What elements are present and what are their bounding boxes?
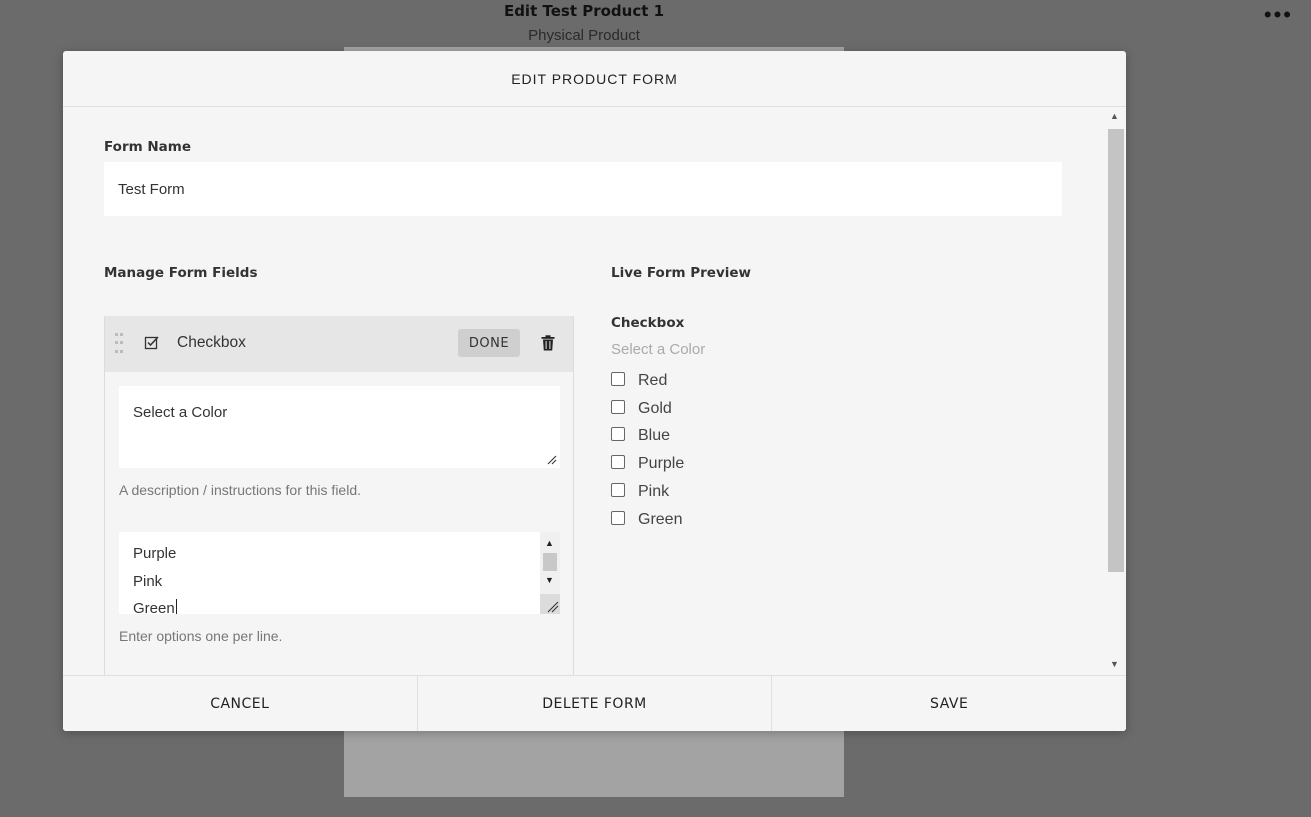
resize-grip-icon[interactable] bbox=[547, 455, 557, 465]
preview-option-green[interactable]: Green bbox=[611, 506, 684, 534]
option-label: Purple bbox=[638, 455, 685, 473]
preview-option-blue[interactable]: Blue bbox=[611, 423, 684, 451]
modal-body: Form Name Test Form Manage Form Fields L… bbox=[63, 107, 1126, 675]
preview-field-label: Checkbox bbox=[611, 315, 685, 331]
checkbox-icon bbox=[144, 336, 159, 350]
modal-title: EDIT PRODUCT FORM bbox=[63, 51, 1126, 107]
preview-field-description: Select a Color bbox=[611, 341, 706, 358]
done-button[interactable]: DONE bbox=[458, 329, 520, 357]
edit-product-form-modal: EDIT PRODUCT FORM Form Name Test Form Ma… bbox=[63, 51, 1126, 731]
preview-option-gold[interactable]: Gold bbox=[611, 395, 684, 423]
options-list: Purple Pink Green bbox=[133, 540, 177, 614]
live-form-preview-label: Live Form Preview bbox=[611, 265, 752, 281]
modal-scrollbar[interactable]: ▲ ▼ bbox=[1106, 109, 1124, 669]
scroll-down-icon[interactable]: ▼ bbox=[545, 575, 554, 585]
scroll-up-icon[interactable]: ▲ bbox=[1110, 111, 1119, 121]
resize-grip-icon[interactable] bbox=[540, 594, 560, 614]
form-name-value: Test Form bbox=[118, 180, 185, 198]
form-name-input[interactable]: Test Form bbox=[104, 162, 1062, 216]
checkbox[interactable] bbox=[611, 483, 625, 498]
more-horizontal-icon[interactable]: ••• bbox=[1264, 4, 1293, 26]
option-line: Green bbox=[133, 599, 177, 614]
field-header[interactable]: Checkbox DONE bbox=[105, 316, 573, 372]
option-label: Blue bbox=[638, 427, 671, 445]
background-panel bbox=[344, 731, 844, 797]
form-name-label: Form Name bbox=[104, 139, 192, 155]
option-label: Green bbox=[638, 510, 683, 528]
field-description-input[interactable]: Select a Color bbox=[119, 386, 560, 468]
option-line: Pink bbox=[133, 572, 163, 590]
checkbox[interactable] bbox=[611, 455, 625, 470]
save-button[interactable]: SAVE bbox=[772, 676, 1126, 731]
preview-option-red[interactable]: Red bbox=[611, 367, 684, 395]
options-hint: Enter options one per line. bbox=[119, 628, 283, 644]
option-label: Red bbox=[638, 371, 668, 389]
drag-handle-icon[interactable] bbox=[115, 333, 123, 355]
preview-option-purple[interactable]: Purple bbox=[611, 450, 684, 478]
text-caret bbox=[175, 599, 177, 614]
preview-option-pink[interactable]: Pink bbox=[611, 478, 684, 506]
scroll-thumb[interactable] bbox=[543, 553, 557, 571]
scroll-down-icon[interactable]: ▼ bbox=[1110, 659, 1119, 669]
field-description-value: Select a Color bbox=[133, 404, 228, 421]
option-line: Purple bbox=[133, 545, 177, 562]
field-type-label: Checkbox bbox=[177, 334, 246, 351]
option-label: Pink bbox=[638, 483, 670, 501]
scroll-thumb[interactable] bbox=[1108, 129, 1124, 572]
description-hint: A description / instructions for this fi… bbox=[119, 482, 361, 498]
option-label: Gold bbox=[638, 399, 672, 417]
checkbox[interactable] bbox=[611, 427, 625, 442]
product-type: Physical Product bbox=[528, 27, 640, 44]
checkbox[interactable] bbox=[611, 371, 625, 386]
delete-form-button[interactable]: DELETE FORM bbox=[418, 676, 773, 731]
scroll-up-icon[interactable]: ▲ bbox=[545, 538, 554, 548]
manage-form-fields-label: Manage Form Fields bbox=[104, 265, 258, 281]
preview-checkbox-group: Red Gold Blue Purple Pink Green bbox=[611, 367, 684, 534]
field-editor: Checkbox DONE Select a Color A descripti… bbox=[104, 316, 574, 675]
product-title: Edit Test Product 1 bbox=[503, 2, 665, 20]
modal-footer: CANCEL DELETE FORM SAVE bbox=[63, 675, 1126, 731]
options-scrollbar[interactable]: ▲ ▼ bbox=[540, 532, 560, 614]
checkbox[interactable] bbox=[611, 510, 625, 525]
trash-icon[interactable] bbox=[541, 335, 555, 351]
field-options-input[interactable]: Purple Pink Green ▲ ▼ bbox=[119, 532, 560, 614]
checkbox[interactable] bbox=[611, 399, 625, 414]
cancel-button[interactable]: CANCEL bbox=[63, 676, 418, 731]
